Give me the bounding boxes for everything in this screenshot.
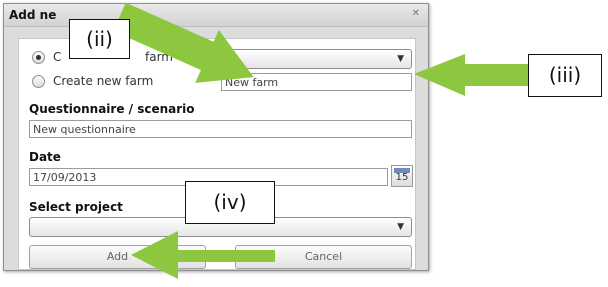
callout-iii: (iii) (528, 54, 602, 97)
arrow-ii (113, 2, 254, 83)
callout-ii: (ii) (69, 19, 130, 59)
arrow-iv (131, 231, 275, 279)
callout-iv: (iv) (185, 181, 275, 224)
arrow-iii (414, 54, 528, 96)
